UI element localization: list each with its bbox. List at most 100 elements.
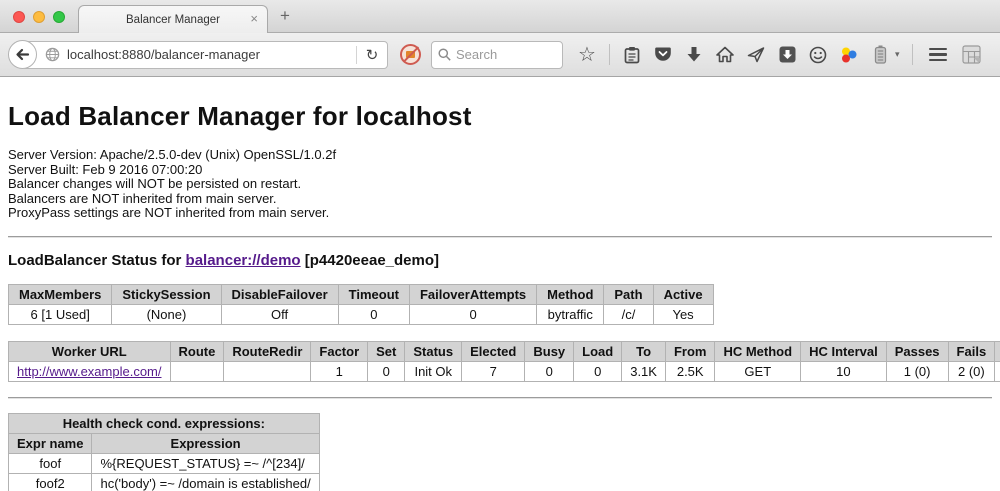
expr-name-value: foof2 (9, 473, 92, 491)
reading-list-icon[interactable] (622, 44, 642, 66)
table-row: foof %{REQUEST_STATUS} =~ /^[234]/ (9, 453, 320, 473)
table-header-row: Worker URL Route RouteRedir Factor Set S… (9, 341, 1000, 361)
video-download-icon[interactable] (777, 44, 797, 66)
route-value (170, 361, 224, 381)
url-bar[interactable]: localhost:8880/balancer-manager ↻ (22, 41, 388, 69)
column-header: From (665, 341, 715, 361)
proxypass-warning-line: ProxyPass settings are NOT inherited fro… (8, 206, 992, 221)
column-header: Active (653, 284, 713, 304)
column-header: RouteRedir (224, 341, 311, 361)
feedback-smiley-icon[interactable] (808, 44, 828, 66)
health-table-title: Health check cond. expressions: (9, 413, 320, 433)
health-check-table: Health check cond. expressions: Expr nam… (8, 413, 320, 491)
max-members-value: 6 [1 Used] (9, 304, 112, 324)
column-header: Path (604, 284, 653, 304)
globe-icon (45, 47, 60, 62)
back-button[interactable] (8, 40, 37, 69)
passes-value: 1 (0) (886, 361, 948, 381)
set-value: 0 (368, 361, 405, 381)
close-window-button[interactable] (13, 11, 25, 23)
page-title: Load Balancer Manager for localhost (8, 77, 992, 132)
colored-dots-extension-icon[interactable] (839, 44, 859, 66)
status-value: Init Ok (405, 361, 462, 381)
zoom-window-button[interactable] (53, 11, 65, 23)
hc-method-value: GET (715, 361, 801, 381)
reload-icon[interactable]: ↻ (357, 46, 387, 64)
table-row: 6 [1 Used] (None) Off 0 0 bytraffic /c/ … (9, 304, 714, 324)
column-header: Load (574, 341, 622, 361)
menu-hamburger-icon[interactable] (929, 48, 947, 62)
pocket-icon[interactable] (653, 44, 673, 66)
search-icon (438, 48, 451, 61)
grid-extension-icon[interactable] (962, 44, 982, 66)
busy-value: 0 (525, 361, 574, 381)
tab-title: Balancer Manager (126, 14, 220, 26)
window-titlebar: Balancer Manager × + (0, 0, 1000, 33)
toolbar-divider (912, 44, 913, 65)
column-header: To (622, 341, 666, 361)
plugin-blocked-icon[interactable] (400, 44, 421, 65)
column-header: MaxMembers (9, 284, 112, 304)
column-header: Expr name (9, 433, 92, 453)
back-arrow-icon (15, 47, 30, 62)
column-header: HC Interval (801, 341, 887, 361)
table-row: foof2 hc('body') =~ /domain is establish… (9, 473, 320, 491)
to-value: 3.1K (622, 361, 666, 381)
balancer-link[interactable]: balancer://demo (186, 252, 301, 269)
status-heading-prefix: LoadBalancer Status for (8, 252, 186, 269)
new-tab-button[interactable]: + (280, 6, 290, 26)
downloads-icon[interactable] (684, 44, 704, 66)
tab-close-icon[interactable]: × (250, 12, 258, 25)
load-value: 0 (574, 361, 622, 381)
bookmark-star-icon[interactable]: ☆ (577, 44, 597, 66)
status-heading-suffix: [p4420eeae_demo] (301, 252, 439, 269)
column-header: Status (405, 341, 462, 361)
persist-warning-line: Balancer changes will NOT be persisted o… (8, 177, 992, 192)
search-bar[interactable] (431, 41, 563, 69)
search-input[interactable] (456, 47, 546, 62)
table-header-row: Expr name Expression (9, 433, 320, 453)
column-header: FailoverAttempts (409, 284, 536, 304)
worker-url-link[interactable]: http://www.example.com/ (17, 364, 162, 379)
column-header: Elected (462, 341, 525, 361)
column-header: Set (368, 341, 405, 361)
battery-extension-icon[interactable] (870, 44, 890, 66)
worker-url-cell: http://www.example.com/ (9, 361, 171, 381)
expression-value: %{REQUEST_STATUS} =~ /^[234]/ (92, 453, 319, 473)
page-content: Load Balancer Manager for localhost Serv… (0, 77, 1000, 490)
sticky-session-value: (None) (112, 304, 221, 324)
column-header: Expression (92, 433, 319, 453)
balancer-status-heading: LoadBalancer Status for balancer://demo … (8, 252, 992, 269)
toolbar-divider (609, 44, 610, 65)
balancer-settings-table: MaxMembers StickySession DisableFailover… (8, 284, 714, 325)
active-value: Yes (653, 304, 713, 324)
column-header: HC uri (995, 341, 1000, 361)
failover-attempts-value: 0 (409, 304, 536, 324)
server-built-line: Server Built: Feb 9 2016 07:00:20 (8, 163, 992, 178)
route-redir-value (224, 361, 311, 381)
section-divider (8, 236, 992, 238)
method-value: bytraffic (537, 304, 604, 324)
fails-value: 2 (0) (948, 361, 995, 381)
worker-row: http://www.example.com/ 1 0 Init Ok 7 0 … (9, 361, 1000, 381)
column-header: Worker URL (9, 341, 171, 361)
column-header: DisableFailover (221, 284, 338, 304)
table-header-row: MaxMembers StickySession DisableFailover… (9, 284, 714, 304)
share-icon[interactable] (746, 44, 766, 66)
column-header: StickySession (112, 284, 221, 304)
home-icon[interactable] (715, 44, 735, 66)
browser-tab[interactable]: Balancer Manager × (78, 5, 268, 33)
disable-failover-value: Off (221, 304, 338, 324)
column-header: Passes (886, 341, 948, 361)
toolbar-icons: ☆ (577, 44, 992, 66)
overflow-caret-icon[interactable]: ▾ (895, 49, 900, 60)
column-header: Method (537, 284, 604, 304)
minimize-window-button[interactable] (33, 11, 45, 23)
column-header: Busy (525, 341, 574, 361)
window-controls (13, 11, 65, 23)
expr-name-value: foof (9, 453, 92, 473)
column-header: Route (170, 341, 224, 361)
hc-uri-value (995, 361, 1000, 381)
navigation-toolbar: localhost:8880/balancer-manager ↻ ☆ (0, 33, 1000, 77)
table-title-row: Health check cond. expressions: (9, 413, 320, 433)
